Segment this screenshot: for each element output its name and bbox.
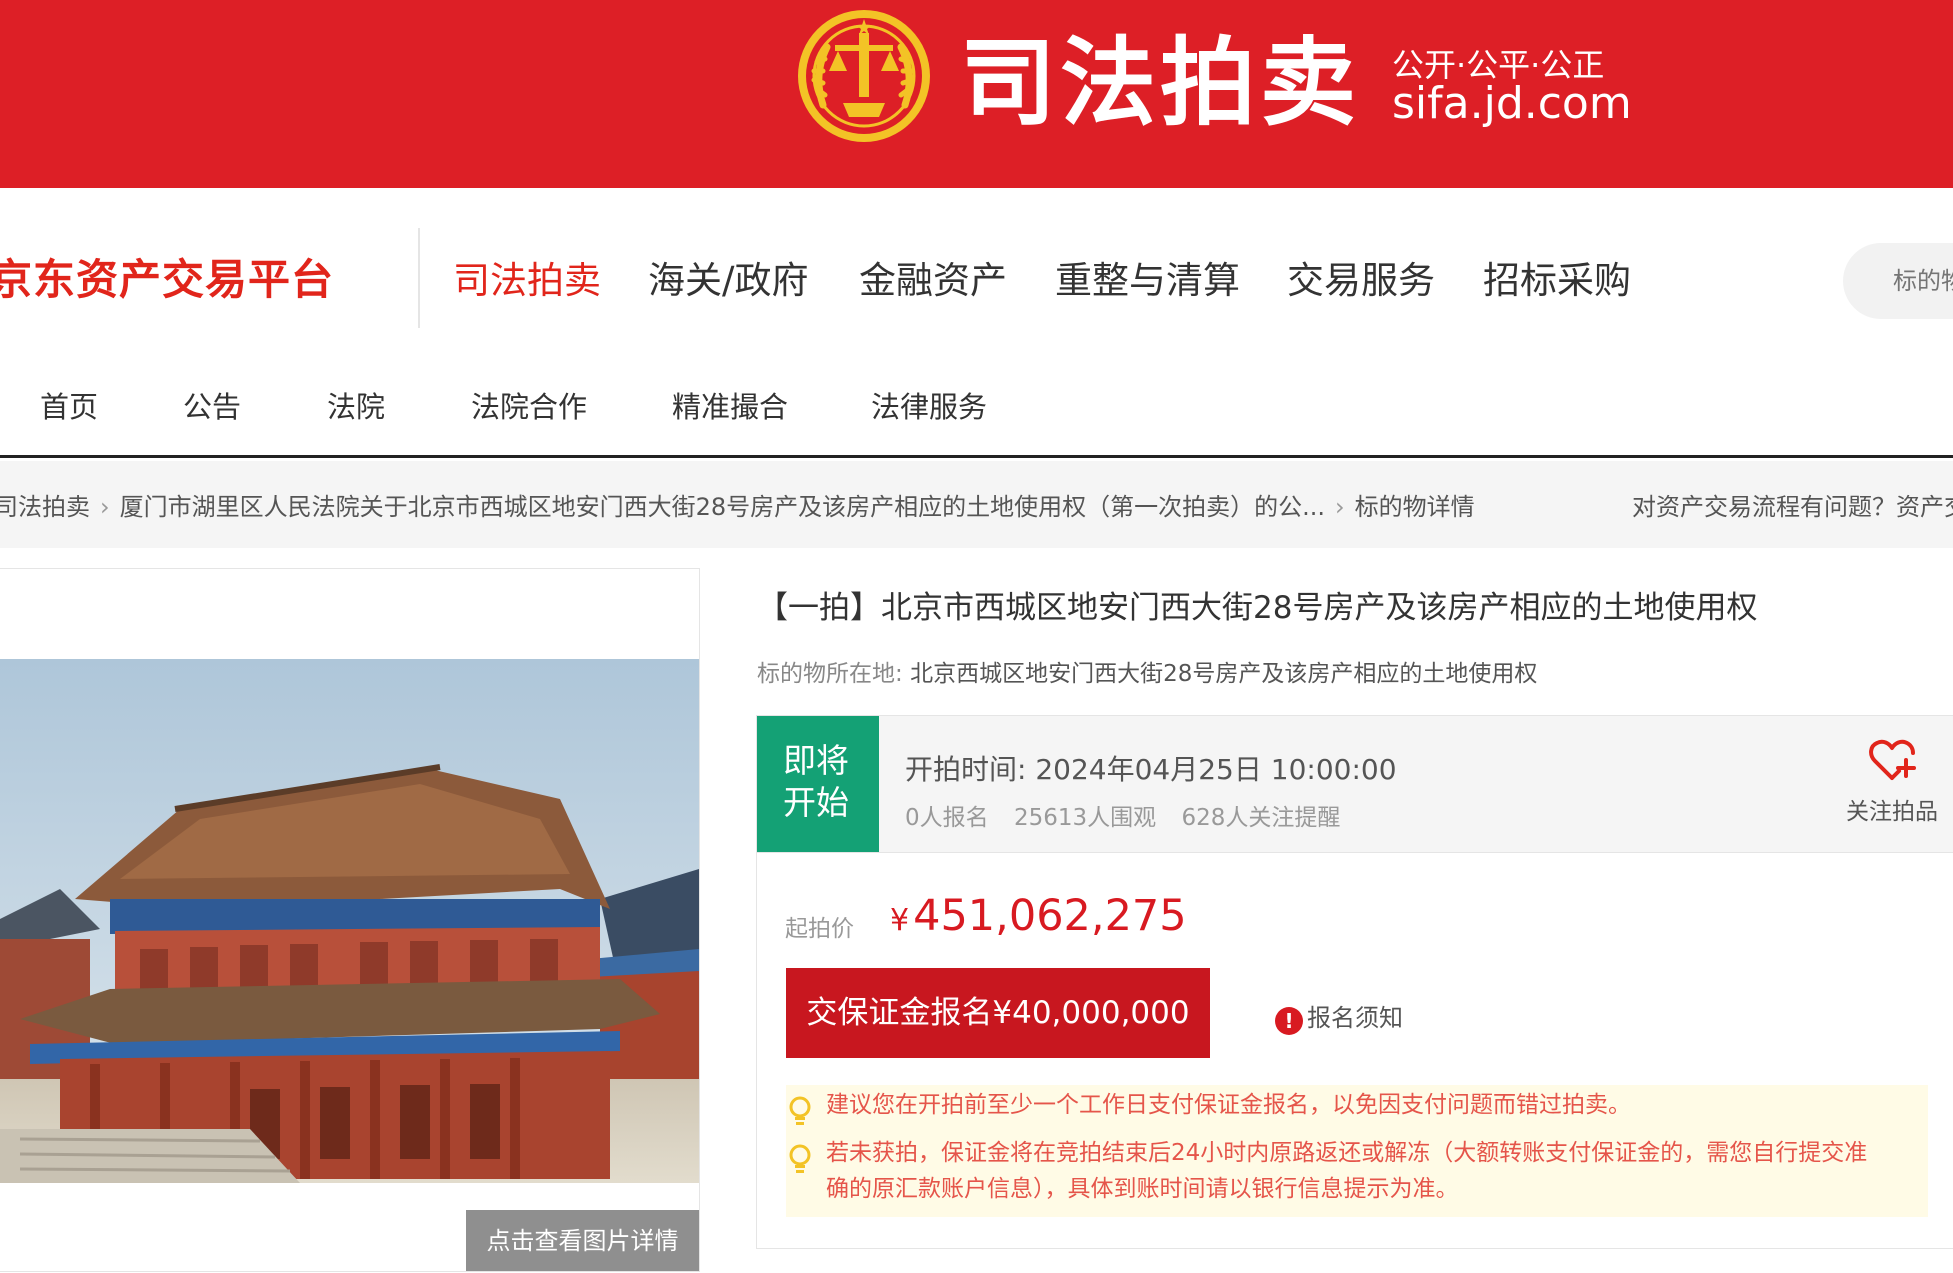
auction-status-row: 即将 开始 开拍时间: 2024年04月25日 10:00:00 0人报名 25… [756,715,1953,853]
banner-title: 司法拍卖 [960,27,1360,139]
item-location-value: 北京西城区地安门西大街28号房产及该房产相应的土地使用权 [910,661,1538,687]
tip-1: 建议您在开拍前至少一个工作日支付保证金报名，以免因支付问题而错过拍卖。 [826,1092,1631,1118]
banner-domain: sifa.jd.com [1392,78,1632,129]
deposit-button-text: 交保证金报名 [806,995,993,1031]
price-value: 451,062,275 [913,891,1187,941]
help-link[interactable]: 对资产交易流程有问题？资产交 [1632,487,1953,522]
heart-plus-icon [1869,739,1916,780]
tip-2-line-1: 若未获拍，保证金将在竞拍结束后24小时内原路返还或解冻（大额转账支付保证金的，需… [826,1140,1868,1166]
search-box [1843,243,1953,319]
follower-count: 628人关注提醒 [1181,805,1341,831]
breadcrumb-current: 标的物详情 [1354,493,1475,521]
nav-item-trade-services[interactable]: 交易服务 [1287,250,1435,304]
breadcrumb: 司法拍卖 › 厦门市湖里区人民法院关于北京市西城区地安门西大街28号房产及该房产相应… [0,487,1475,522]
lightbulb-icon [789,1144,811,1173]
status-badge-line2: 开始 [783,783,849,822]
breadcrumb-link-judicial-auction[interactable]: 司法拍卖 [0,493,90,521]
pay-deposit-register-button[interactable]: 交保证金报名¥40,000,000 [786,968,1210,1058]
status-badge: 即将 开始 [757,716,879,852]
lightbulb-icon [789,1096,811,1125]
item-title: 【一拍】北京市西城区地安门西大街28号房产及该房产相应的土地使用权 [757,590,1758,626]
sub-nav: 首页 公告 法院 法院合作 精准撮合 法律服务 [0,356,1953,458]
breadcrumb-bar: 司法拍卖 › 厦门市湖里区人民法院关于北京市西城区地安门西大街28号房产及该房产相应… [0,461,1953,548]
start-time-label: 开拍时间: [905,753,1027,786]
deposit-tips: 建议您在开拍前至少一个工作日支付保证金报名，以免因支付问题而错过拍卖。 若未获拍… [786,1085,1928,1217]
sub-nav-home[interactable]: 首页 [40,384,98,426]
sub-nav-court-cooperation[interactable]: 法院合作 [471,384,587,426]
start-time-value: 2024年04月25日 10:00:00 [1035,753,1397,786]
building-image [0,659,699,1183]
item-location: 标的物所在地: 北京西城区地安门西大街28号房产及该房产相应的土地使用权 [757,654,1537,688]
nav-item-customs-government[interactable]: 海关/政府 [648,250,808,304]
brand-logo[interactable]: 京东资产交易平台 [0,246,334,307]
search-input[interactable] [1893,263,1953,299]
deposit-currency: ¥ [992,995,1013,1031]
sub-nav-courts[interactable]: 法院 [327,384,385,426]
viewer-count: 25613人围观 [1013,805,1157,831]
court-seal-icon [798,10,930,142]
breadcrumb-link-announcement[interactable]: 厦门市湖里区人民法院关于北京市西城区地安门西大街28号房产及该房产相应的土地使用… [120,493,1325,521]
registration-count: 0人报名 [905,805,989,831]
nav-divider [418,228,420,328]
nav-item-procurement[interactable]: 招标采购 [1483,250,1631,304]
site-banner: 司法拍卖 公开·公平·公正 sifa.jd.com [0,0,1953,188]
sub-nav-announcements[interactable]: 公告 [183,384,241,426]
item-location-label: 标的物所在地: [757,661,903,687]
follow-label: 关注拍品 [1846,799,1938,825]
follow-button[interactable]: 关注拍品 [1837,738,1947,826]
starting-price: ¥451,062,275 [890,891,1187,941]
starting-price-label: 起拍价 [785,916,854,942]
auction-stats: 0人报名 25613人围观 628人关注提醒 [905,798,1358,832]
property-photo[interactable] [0,659,699,1183]
price-currency: ¥ [890,903,910,938]
status-badge-line1: 即将 [783,741,849,780]
sub-nav-precise-matching[interactable]: 精准撮合 [672,384,788,426]
view-photo-details-button[interactable]: 点击查看图片详情 [466,1210,699,1271]
chevron-right-icon: › [100,493,110,521]
exclamation-circle-icon: ! [1275,1007,1303,1035]
nav-item-financial-assets[interactable]: 金融资产 [859,250,1007,304]
tip-2-line-2: 确的原汇款账户信息），具体到账时间请以银行信息提示为准。 [826,1176,1459,1202]
deposit-amount: 40,000,000 [1012,995,1190,1031]
sub-nav-legal-services[interactable]: 法律服务 [871,384,987,426]
main-nav: 京东资产交易平台 司法拍卖 海关/政府 金融资产 重整与清算 交易服务 招标采购 [0,188,1953,356]
registration-notice-link[interactable]: ! 报名须知 [1275,998,1403,1035]
image-gallery: 点击查看图片详情 [0,568,700,1272]
registration-notice-label: 报名须知 [1307,1004,1403,1032]
nav-item-judicial-auction[interactable]: 司法拍卖 [453,250,601,304]
start-time: 开拍时间: 2024年04月25日 10:00:00 [905,748,1397,788]
nav-item-restructuring[interactable]: 重整与清算 [1055,250,1240,304]
price-panel: 起拍价 ¥451,062,275 交保证金报名¥40,000,000 ! 报名须知… [756,853,1953,1249]
chevron-right-icon: › [1335,493,1345,521]
